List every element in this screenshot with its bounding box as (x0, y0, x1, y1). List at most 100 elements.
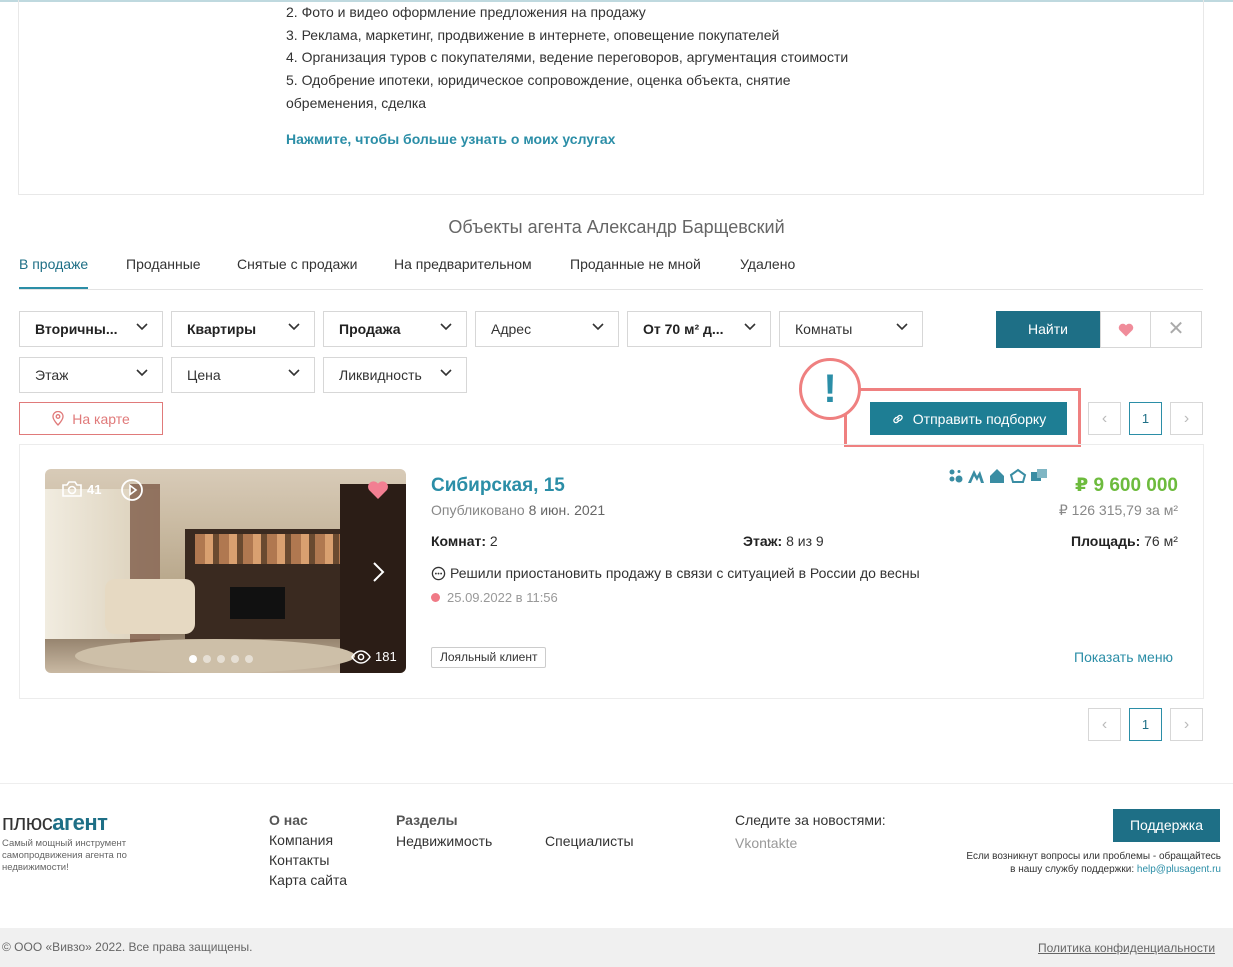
footer-link-company[interactable]: Компания (269, 830, 333, 850)
chevron-down-icon (136, 369, 148, 377)
find-button[interactable]: Найти (996, 311, 1100, 348)
carousel-dot[interactable] (245, 655, 253, 663)
views-count: 181 (351, 649, 397, 664)
service-line: 5. Одобрение ипотеки, юридическое сопров… (286, 72, 791, 88)
footer-about-heading: О нас (269, 812, 308, 828)
filter-address-select[interactable]: Адрес (475, 311, 619, 347)
listing-photo[interactable]: 41 181 (45, 469, 406, 673)
chevron-down-icon (744, 323, 756, 331)
carousel-dot[interactable] (189, 655, 197, 663)
tab-for-sale[interactable]: В продаже (19, 256, 89, 289)
video-play-icon[interactable] (120, 478, 144, 502)
pagination-page-1[interactable]: 1 (1129, 402, 1162, 435)
footer-link-sitemap[interactable]: Карта сайта (269, 870, 347, 890)
support-text-line-2: в нашу службу поддержки: help@plusagent.… (1010, 864, 1221, 875)
rooms-label: Комнат: (431, 533, 487, 549)
filter-area-select[interactable]: От 70 м² д... (627, 311, 771, 347)
comment-icon (431, 566, 446, 580)
carousel-dot[interactable] (231, 655, 239, 663)
chevron-down-icon (440, 323, 452, 331)
filter-label: Этаж (35, 367, 69, 383)
carousel-dot[interactable] (203, 655, 211, 663)
pagination-next-button[interactable]: › (1170, 708, 1203, 741)
send-button-label: Отправить подборку (912, 410, 1047, 427)
client-badge: Лояльный клиент (431, 647, 547, 668)
service-line: 2. Фото и видео оформление предложения н… (286, 4, 646, 20)
pagination-prev-button[interactable]: ‹ (1088, 708, 1121, 741)
support-text-line: Если возникнут вопросы или проблемы - об… (966, 851, 1221, 862)
show-on-map-button[interactable]: На карте (19, 402, 163, 435)
filter-floor-select[interactable]: Этаж (19, 357, 163, 393)
footer-link-realty[interactable]: Недвижимость (396, 831, 492, 851)
chevron-down-icon (592, 323, 604, 331)
map-button-label: На карте (72, 410, 130, 427)
published-label: Опубликовано (431, 502, 525, 518)
listing-title[interactable]: Сибирская, 15 (431, 475, 565, 497)
site-logo[interactable]: плюсагент (2, 810, 108, 836)
filter-label: Комнаты (795, 321, 853, 337)
rooms-info: Комнат: 2 (431, 533, 498, 549)
logo-bold-text: агент (52, 810, 108, 835)
tab-withdrawn[interactable]: Снятые с продажи (237, 256, 357, 289)
support-button[interactable]: Поддержка (1113, 809, 1220, 842)
feature-icons (948, 468, 1048, 484)
show-menu-link[interactable]: Показать меню (1074, 649, 1173, 665)
pentagon-house-icon (1009, 468, 1027, 483)
services-more-link[interactable]: Нажмите, чтобы больше узнать о моих услу… (286, 131, 615, 147)
listing-note: Решили приостановить продажу в связи с с… (431, 565, 920, 581)
filter-market-select[interactable]: Вторичны... (19, 311, 163, 347)
floor-label: Этаж: (743, 533, 783, 549)
rooms-value: 2 (489, 533, 498, 549)
tab-preliminary[interactable]: На предварительном (394, 256, 532, 289)
support-info: Если возникнут вопросы или проблемы - об… (930, 850, 1221, 876)
chevron-down-icon (136, 323, 148, 331)
photo-image (45, 469, 406, 673)
eye-icon (351, 649, 371, 664)
floor-info: Этаж: 8 из 9 (743, 533, 824, 549)
objects-tabs: В продаже Проданные Снятые с продажи На … (19, 256, 1203, 290)
filter-liquidity-select[interactable]: Ликвидность (323, 357, 467, 393)
clear-filters-button[interactable]: ✕ (1151, 311, 1202, 348)
favorites-filter-button[interactable] (1100, 311, 1151, 348)
photo-count: 41 (61, 480, 101, 498)
filter-price-select[interactable]: Цена (171, 357, 315, 393)
follow-news-label: Следите за новостями: (735, 812, 886, 828)
filter-type-select[interactable]: Квартиры (171, 311, 315, 347)
camera-icon (62, 481, 82, 497)
area-value: 76 м² (1144, 533, 1178, 549)
pagination-page-1[interactable]: 1 (1129, 708, 1162, 741)
footer-link-specialists[interactable]: Специалисты (545, 831, 634, 851)
status-info: 25.09.2022 в 11:56 (431, 590, 558, 605)
footer-divider (0, 783, 1233, 784)
filter-deal-select[interactable]: Продажа (323, 311, 467, 347)
chevron-right-icon[interactable] (372, 561, 386, 583)
service-line: обременения, сделка (286, 95, 427, 111)
footer-link-contacts[interactable]: Контакты (269, 850, 329, 870)
logo-light-text: плюс (2, 810, 53, 835)
filter-label: Адрес (491, 321, 532, 337)
listing-price: ₽ 9 600 000 (1074, 475, 1178, 496)
privacy-policy-link[interactable]: Политика конфиденциальности (1038, 941, 1215, 955)
support-email-link[interactable]: help@plusagent.ru (1137, 864, 1221, 875)
house-icon (990, 469, 1004, 483)
pagination-prev-button[interactable]: ‹ (1088, 402, 1121, 435)
pagination-next-button[interactable]: › (1170, 402, 1203, 435)
send-selection-button[interactable]: Отправить подборку (870, 402, 1067, 435)
chevron-down-icon (288, 369, 300, 377)
tab-sold-not-by-me[interactable]: Проданные не мной (570, 256, 701, 289)
link-icon (893, 414, 903, 423)
area-label: Площадь: (1071, 533, 1141, 549)
favorite-heart-icon[interactable] (367, 480, 389, 500)
service-line: 3. Реклама, маркетинг, продвижение в инт… (286, 27, 780, 43)
filter-label: Вторичны... (35, 321, 118, 337)
tab-deleted[interactable]: Удалено (740, 256, 795, 289)
published-date: 8 июн. 2021 (528, 502, 606, 518)
status-dot (431, 593, 440, 602)
filter-rooms-select[interactable]: Комнаты (779, 311, 923, 347)
floor-value: 8 из 9 (786, 533, 824, 549)
dots-cluster-icon (949, 469, 963, 483)
carousel-dot[interactable] (217, 655, 225, 663)
map-pin-icon (52, 411, 64, 426)
tab-sold[interactable]: Проданные (126, 256, 201, 289)
vkontakte-link[interactable]: Vkontakte (735, 835, 797, 851)
